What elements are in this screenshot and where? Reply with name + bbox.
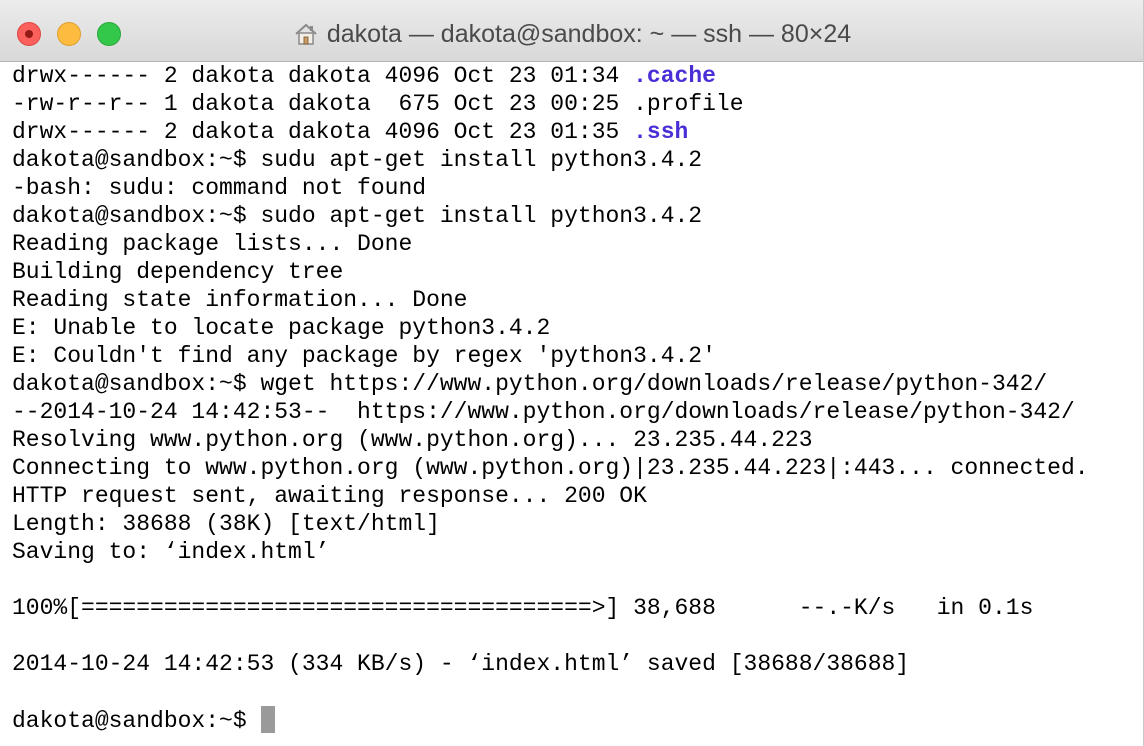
line-text: drwx------ 2 dakota dakota 4096 Oct 23 0…: [12, 63, 634, 89]
terminal-line: --2014-10-24 14:42:53-- https://www.pyth…: [12, 399, 1075, 425]
terminal-line: Reading state information... Done: [12, 287, 468, 313]
home-icon: [293, 21, 319, 47]
title-bar[interactable]: dakota — dakota@sandbox: ~ — ssh — 80×24: [0, 0, 1143, 62]
terminal-line: drwx------ 2 dakota dakota 4096 Oct 23 0…: [12, 118, 1138, 146]
text-cursor: [261, 706, 276, 733]
line-text: drwx------ 2 dakota dakota 4096 Oct 23 0…: [12, 119, 634, 145]
terminal-line: dakota@sandbox:~$ sudo apt-get install p…: [12, 203, 703, 229]
directory-name: .cache: [633, 63, 716, 89]
terminal-line: E: Couldn't find any package by regex 'p…: [12, 343, 716, 369]
prompt-line[interactable]: dakota@sandbox:~$: [12, 706, 1138, 734]
terminal-line: HTTP request sent, awaiting response... …: [12, 483, 647, 509]
terminal-line: dakota@sandbox:~$ sudu apt-get install p…: [12, 147, 703, 173]
terminal-line: drwx------ 2 dakota dakota 4096 Oct 23 0…: [12, 62, 1138, 90]
terminal-line: Length: 38688 (38K) [text/html]: [12, 511, 440, 537]
terminal-line: -bash: sudu: command not found: [12, 175, 427, 201]
terminal-output[interactable]: drwx------ 2 dakota dakota 4096 Oct 23 0…: [12, 62, 1138, 746]
terminal-line: Resolving www.python.org (www.python.org…: [12, 427, 813, 453]
line-text: -rw-r--r-- 1 dakota dakota 675 Oct 23 00…: [12, 91, 744, 117]
terminal-line: -rw-r--r-- 1 dakota dakota 675 Oct 23 00…: [12, 90, 1138, 118]
terminal-line: Reading package lists... Done: [12, 231, 413, 257]
progress-line: 100%[===================================…: [12, 595, 1034, 621]
terminal-line: Connecting to www.python.org (www.python…: [12, 455, 1089, 481]
terminal-line: Building dependency tree: [12, 259, 344, 285]
terminal-window: dakota — dakota@sandbox: ~ — ssh — 80×24…: [0, 0, 1144, 746]
right-edge: [1139, 62, 1143, 746]
directory-name: .ssh: [633, 119, 689, 145]
terminal-line: E: Unable to locate package python3.4.2: [12, 315, 551, 341]
shell-prompt: dakota@sandbox:~$: [12, 708, 261, 734]
terminal-line: 2014-10-24 14:42:53 (334 KB/s) - ‘index.…: [12, 651, 910, 677]
terminal-line: dakota@sandbox:~$ wget https://www.pytho…: [12, 371, 1048, 397]
terminal-line: Saving to: ‘index.html’: [12, 539, 330, 565]
window-title-group: dakota — dakota@sandbox: ~ — ssh — 80×24: [0, 18, 1143, 50]
window-title: dakota — dakota@sandbox: ~ — ssh — 80×24: [326, 19, 852, 48]
